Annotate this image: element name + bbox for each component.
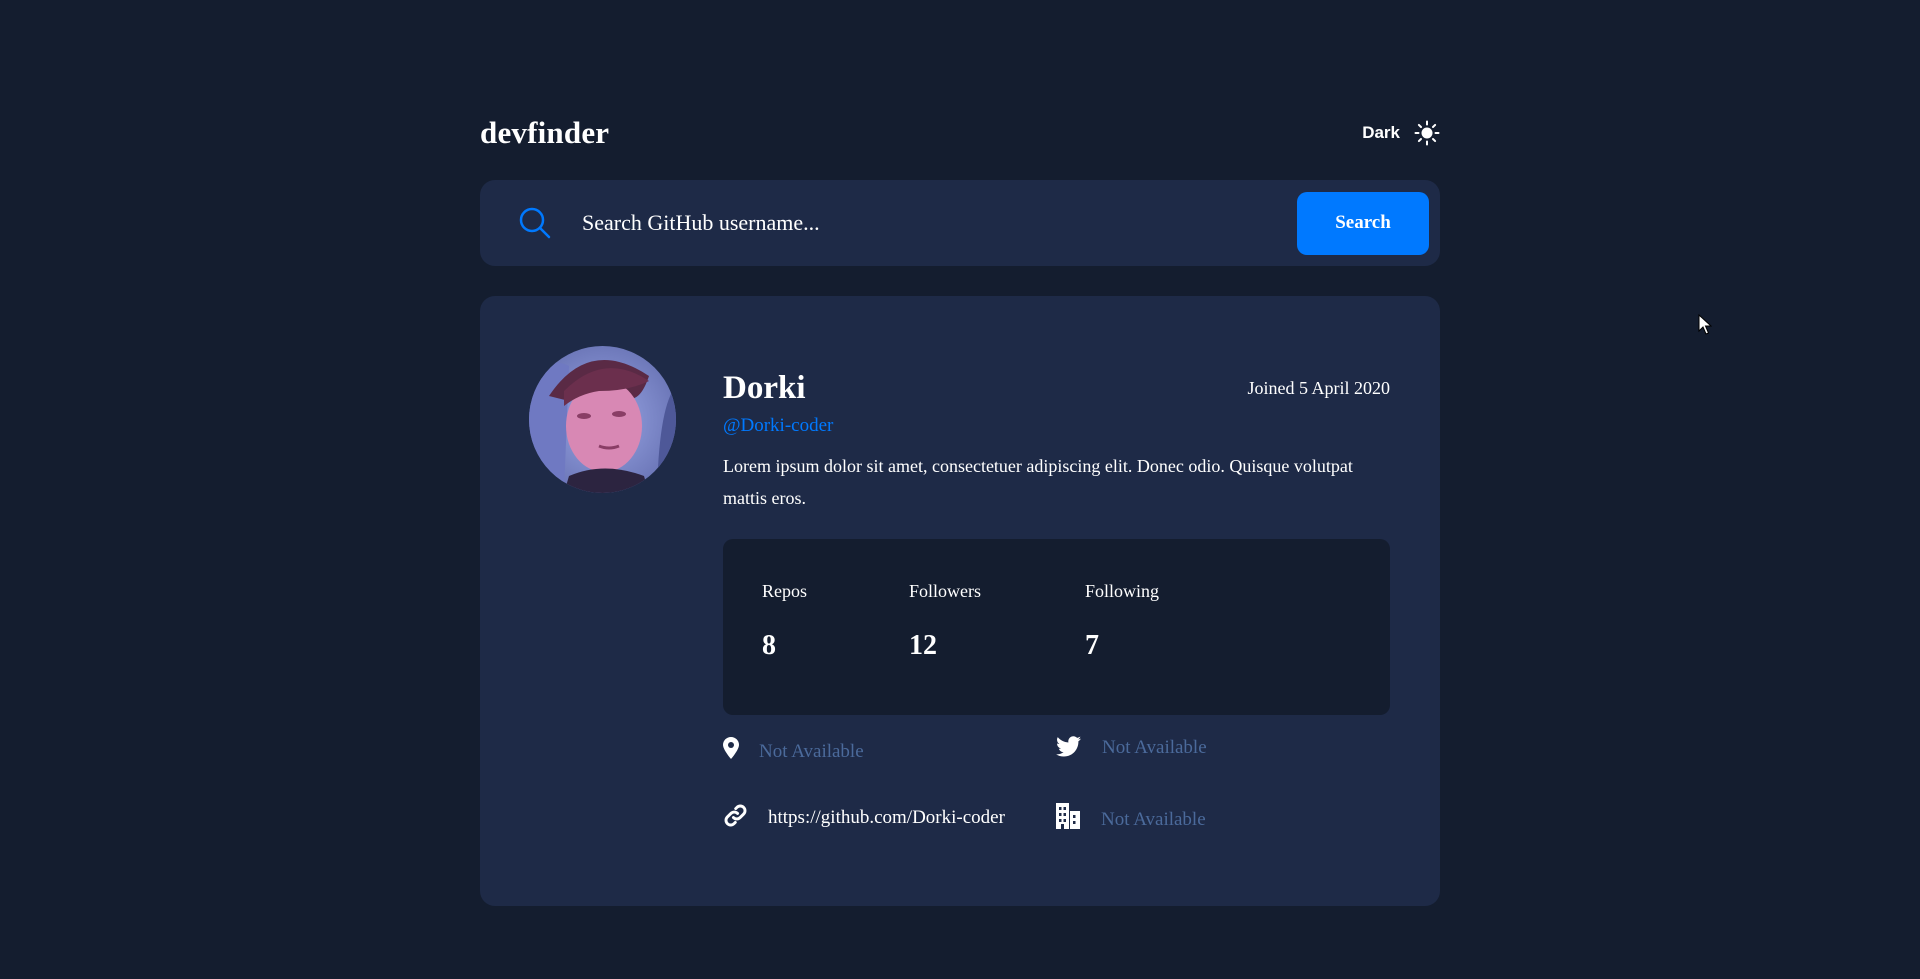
link-icon	[723, 803, 748, 828]
theme-toggle[interactable]: Dark	[1362, 120, 1440, 146]
search-bar: Search	[480, 180, 1440, 266]
stat-followers-label: Followers	[909, 581, 981, 601]
stat-followers: Followers 12	[909, 581, 981, 662]
twitter-icon	[1056, 735, 1081, 757]
twitter-item: Not Available	[1056, 733, 1207, 759]
location-item: Not Available	[723, 733, 864, 763]
sun-icon	[1414, 120, 1440, 146]
app-container: devfinder Dark Search GitHub username...…	[480, 112, 1440, 906]
company-item: Not Available	[1056, 801, 1206, 831]
profile-card: Dorki Joined 5 April 2020 @Dorki-coder L…	[480, 296, 1440, 906]
stat-following-value: 7	[1085, 630, 1099, 661]
stat-repos-label: Repos	[762, 581, 807, 601]
search-button[interactable]: Search	[1297, 191, 1429, 255]
stat-following: Following 7	[1085, 581, 1159, 662]
stats-panel: Repos 8 Followers 12 Following 7	[723, 539, 1390, 715]
avatar	[529, 346, 676, 493]
location-text: Not Available	[759, 741, 864, 762]
search-icon	[480, 206, 552, 240]
building-icon	[1056, 803, 1080, 829]
profile-bio: Lorem ipsum dolor sit amet, consectetuer…	[723, 456, 1353, 508]
app-logo: devfinder	[480, 115, 610, 150]
profile-info: Dorki Joined 5 April 2020 @Dorki-coder L…	[723, 368, 1390, 514]
stat-followers-value: 12	[909, 630, 937, 661]
twitter-text: Not Available	[1102, 737, 1207, 758]
location-pin-icon	[723, 736, 739, 760]
blog-link[interactable]: https://github.com/Dorki-coder	[768, 807, 1005, 829]
stat-repos: Repos 8	[762, 581, 807, 662]
mouse-cursor-icon	[1698, 314, 1712, 335]
search-input[interactable]	[580, 209, 1297, 237]
profile-login-link[interactable]: @Dorki-coder	[723, 414, 1390, 438]
company-text: Not Available	[1101, 809, 1206, 830]
stat-repos-value: 8	[762, 630, 776, 661]
joined-date: Joined 5 April 2020	[1247, 378, 1391, 398]
stat-following-label: Following	[1085, 581, 1160, 601]
blog-item: https://github.com/Dorki-coder	[723, 801, 1005, 829]
theme-toggle-label: Dark	[1362, 123, 1400, 142]
header: devfinder Dark	[480, 112, 1440, 154]
